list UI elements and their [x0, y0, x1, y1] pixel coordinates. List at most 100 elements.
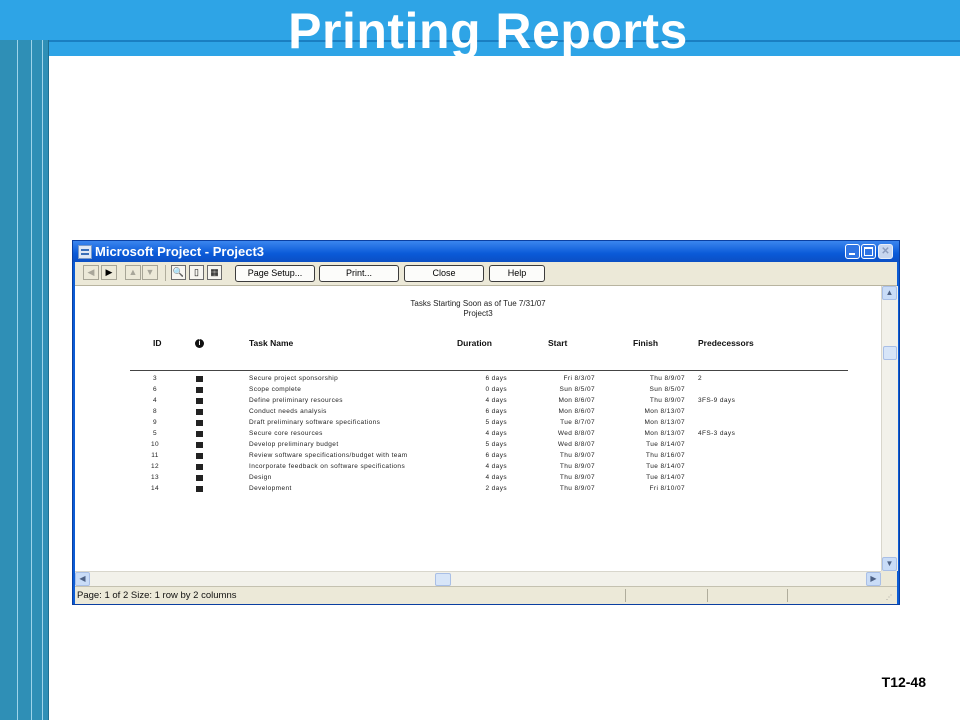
task-name: Conduct needs analysis	[249, 408, 327, 415]
left-bar-line	[42, 40, 43, 720]
task-finish: Mon 8/13/07	[644, 408, 685, 415]
table-row: 13 Design 4 days Thu 8/9/07 Tue 8/14/07	[75, 473, 881, 484]
status-text: Page: 1 of 2 Size: 1 row by 2 columns	[77, 590, 237, 601]
task-name: Scope complete	[249, 386, 302, 393]
task-indicator-icon	[196, 475, 203, 481]
task-name: Development	[249, 485, 292, 492]
table-row: 3 Secure project sponsorship 6 days Fri 8/3…	[75, 374, 881, 385]
app-icon[interactable]	[78, 245, 92, 259]
task-duration: 4 days	[485, 397, 507, 404]
task-start: Wed 8/8/07	[557, 441, 595, 448]
task-start: Mon 8/6/07	[558, 397, 595, 404]
col-header-finish: Finish	[633, 338, 659, 348]
slide-title: Printing Reports	[288, 3, 688, 59]
task-start: Wed 8/8/07	[557, 430, 595, 437]
report-project: Project3	[463, 309, 493, 318]
task-start: Sun 8/5/07	[559, 386, 595, 393]
task-name: Develop preliminary budget	[249, 441, 339, 448]
down-arrow-icon[interactable]: ▼	[142, 265, 158, 280]
task-id: 8	[152, 408, 157, 415]
window-title: Microsoft Project - Project3	[95, 244, 265, 259]
minimize-button[interactable]	[845, 244, 860, 259]
up-arrow-icon[interactable]: ▲	[125, 265, 141, 280]
task-duration: 6 days	[485, 408, 507, 415]
task-indicator-icon	[196, 431, 203, 437]
left-bar-line	[17, 40, 18, 720]
table-row: 4 Define preliminary resources 4 days Mon 8…	[75, 396, 881, 407]
window-titlebar[interactable]: Microsoft Project - Project3 ✕	[73, 241, 899, 262]
report-title: Tasks Starting Soon as of Tue 7/31/07	[410, 299, 546, 308]
task-id: 9	[152, 419, 157, 426]
task-duration: 5 days	[485, 441, 507, 448]
slide-left-bar	[0, 40, 49, 720]
horizontal-scrollbar[interactable]: ◀ ▶	[75, 571, 881, 587]
help-button[interactable]: Help	[489, 265, 545, 282]
task-indicator-icon	[196, 464, 203, 470]
col-header-duration: Duration	[457, 338, 492, 348]
table-row: 11 Review software specifications/budget …	[75, 451, 881, 462]
task-finish: Fri 8/10/07	[649, 485, 685, 492]
task-id: 5	[152, 430, 157, 437]
task-finish: Mon 8/13/07	[644, 419, 685, 426]
task-indicator-icon	[196, 442, 203, 448]
task-finish: Tue 8/14/07	[646, 441, 685, 448]
left-arrow-icon[interactable]: ◀	[83, 265, 99, 280]
task-finish: Mon 8/13/07	[644, 430, 685, 437]
table-row: 6 Scope complete 0 days Sun 8/5/07 Sun 8/5/0…	[75, 385, 881, 396]
task-name: Secure core resources	[249, 430, 323, 437]
task-name: Draft preliminary software specification…	[249, 419, 381, 426]
status-divider	[787, 589, 788, 602]
task-indicator-icon	[196, 398, 203, 404]
close-button[interactable]: Close	[404, 265, 484, 282]
task-predecessors: 3FS-9 days	[698, 397, 736, 404]
task-duration: 5 days	[485, 419, 507, 426]
table-row: 14 Development 2 days Thu 8/9/07 Fri 8/10/07	[75, 484, 881, 495]
task-id: 11	[151, 452, 159, 459]
task-start: Fri 8/3/07	[563, 375, 595, 382]
task-duration: 2 days	[485, 485, 507, 492]
task-duration: 4 days	[485, 463, 507, 470]
page-setup-button[interactable]: Page Setup...	[235, 265, 315, 282]
table-row: 5 Secure core resources 4 days Wed 8/8/07 Mo…	[75, 429, 881, 440]
preview-toolbar: ◀ ▶ ▲ ▼ 🔍 ▯ ▦ Page Setup... Print... Clo…	[75, 262, 897, 286]
print-button[interactable]: Print...	[319, 265, 399, 282]
table-row: 8 Conduct needs analysis 6 days Mon 8/6/07 M…	[75, 407, 881, 418]
right-arrow-icon[interactable]: ▶	[101, 265, 117, 280]
close-window-button[interactable]: ✕	[878, 244, 893, 259]
task-indicator-icon	[196, 387, 203, 393]
horizontal-scroll-thumb[interactable]	[435, 573, 451, 586]
print-preview-window: Microsoft Project - Project3 ✕ ◀ ▶ ▲ ▼ 🔍…	[72, 240, 900, 605]
task-name: Define preliminary resources	[249, 397, 343, 404]
table-row: 9 Draft preliminary software specificatio…	[75, 418, 881, 429]
task-start: Mon 8/6/07	[558, 408, 595, 415]
task-id: 14	[150, 485, 160, 492]
scroll-right-icon[interactable]: ▶	[866, 572, 881, 586]
col-header-task-name: Task Name	[249, 338, 294, 348]
scroll-thumb[interactable]	[883, 346, 897, 360]
task-finish: Thu 8/9/07	[649, 397, 685, 404]
task-id: 10	[150, 441, 160, 448]
task-predecessors: 2	[698, 375, 703, 382]
multiple-pages-icon[interactable]: ▦	[207, 265, 222, 280]
task-indicator-icon	[196, 409, 203, 415]
task-id: 3	[152, 375, 157, 382]
task-id: 6	[152, 386, 157, 393]
task-predecessors: 4FS-3 days	[698, 430, 736, 437]
scroll-up-icon[interactable]: ▲	[882, 286, 897, 300]
task-duration: 4 days	[485, 474, 507, 481]
task-name: Review software specifications/budget wi…	[249, 452, 408, 459]
report-page: Tasks Starting Soon as of Tue 7/31/07 Pr…	[75, 286, 881, 571]
one-page-icon[interactable]: ▯	[189, 265, 204, 280]
task-start: Tue 8/7/07	[560, 419, 595, 426]
resize-grip-icon[interactable]: ⋰	[886, 594, 894, 602]
zoom-icon[interactable]: 🔍	[171, 265, 186, 280]
maximize-button[interactable]	[861, 244, 876, 259]
toolbar-separator	[165, 265, 166, 281]
scroll-left-icon[interactable]: ◀	[75, 572, 90, 586]
table-row: 12 Incorporate feedback on software speci…	[75, 462, 881, 473]
table-row: 10 Develop preliminary budget 5 days Wed 8/…	[75, 440, 881, 451]
vertical-scrollbar[interactable]: ▲ ▼	[881, 286, 898, 571]
scroll-down-icon[interactable]: ▼	[882, 557, 897, 571]
task-indicator-icon	[196, 376, 203, 382]
task-duration: 6 days	[485, 375, 507, 382]
